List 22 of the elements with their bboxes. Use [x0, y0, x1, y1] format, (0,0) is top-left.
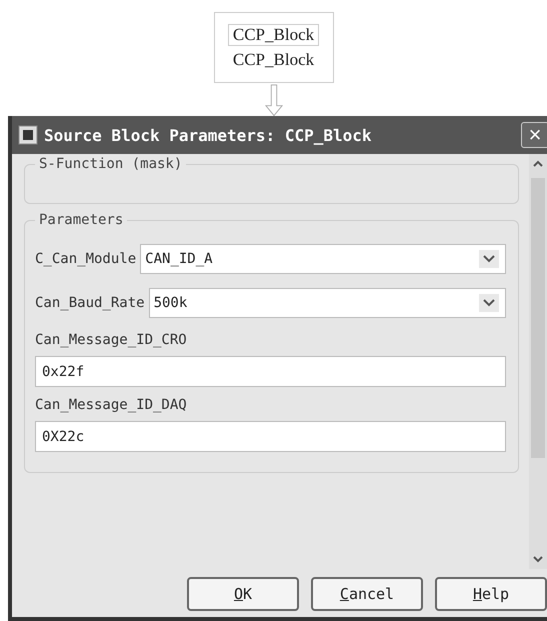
block-name: CCP_Block	[228, 24, 320, 46]
block-icon	[18, 125, 38, 145]
parameter-label: C_Can_Module	[35, 251, 136, 267]
parameter-label: Can_Message_ID_CRO	[35, 332, 188, 348]
dropdown[interactable]: CAN_ID_A	[140, 244, 506, 274]
input-field[interactable]: 0x22f	[35, 356, 506, 387]
down-arrow-icon	[264, 84, 284, 116]
group-title: Parameters	[38, 212, 124, 228]
chevron-down-icon	[479, 294, 499, 312]
scrollbar[interactable]	[529, 154, 547, 569]
group-title: S-Function (mask)	[38, 156, 184, 172]
dialog-button[interactable]: OK	[187, 577, 299, 611]
dropdown[interactable]: 500k	[148, 288, 506, 318]
parameter-label: Can_Message_ID_DAQ	[35, 397, 188, 413]
parameter-label: Can_Baud_Rate	[35, 295, 145, 311]
input-field[interactable]: 0X22c	[35, 421, 506, 452]
dialog-button[interactable]: Help	[435, 577, 547, 611]
chevron-down-icon	[479, 250, 499, 268]
dialog-button[interactable]: Cancel	[311, 577, 423, 611]
close-button[interactable]: ×	[521, 122, 547, 148]
block-caption: CCP_Block	[232, 50, 314, 70]
window-title: Source Block Parameters: CCP_Block	[44, 126, 373, 144]
